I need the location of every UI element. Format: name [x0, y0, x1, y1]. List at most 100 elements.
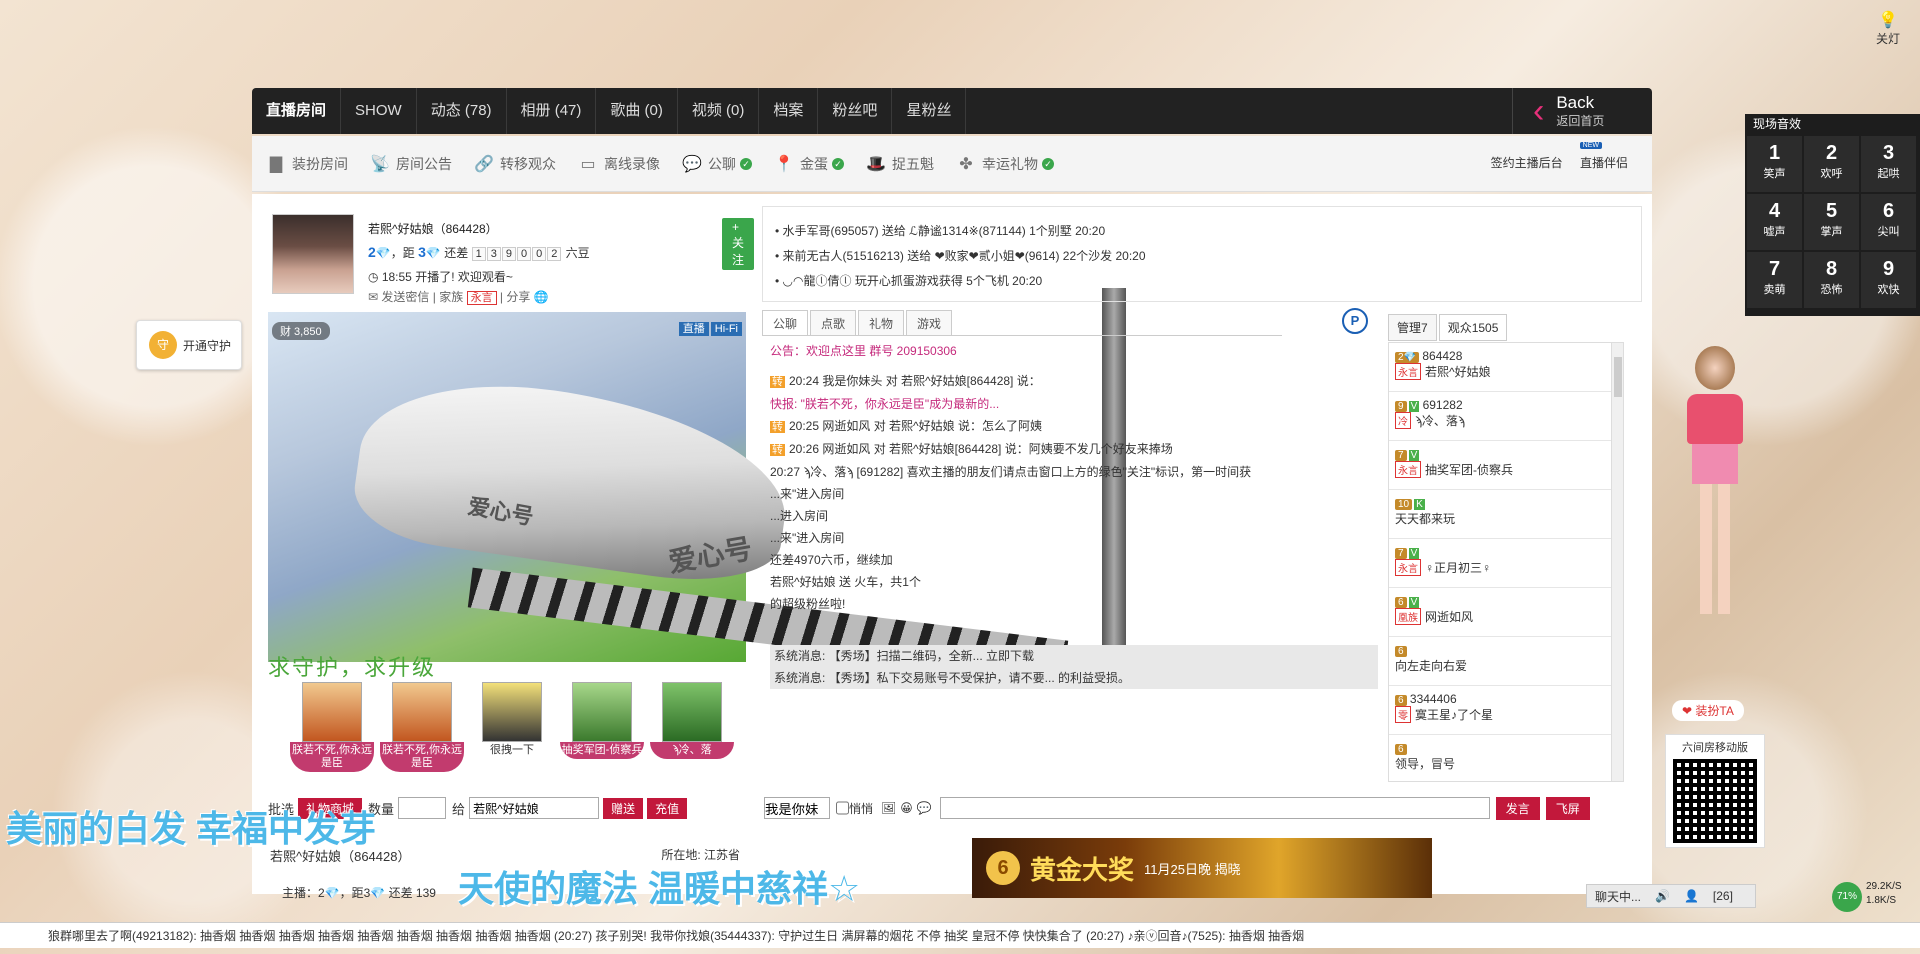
user-name: 领导，冒号: [1395, 757, 1456, 771]
chat-message-input[interactable]: [939, 797, 1490, 819]
give-gift-button[interactable]: 赠送: [603, 797, 644, 819]
tab-updates[interactable]: 动态 (78): [417, 88, 507, 134]
parking-icon[interactable]: P: [1342, 308, 1368, 334]
tab-videos[interactable]: 视频 (0): [678, 88, 760, 134]
list-item[interactable]: 6 领导，冒号: [1389, 735, 1623, 781]
chat-line: 快报: "朕若不死，你永远是臣"成为最新的...: [770, 393, 1378, 415]
tool-room-notice[interactable]: 📡 房间公告: [370, 154, 452, 174]
tab-live-room[interactable]: 直播房间: [252, 88, 342, 134]
chat-line: 转 20:25 网逝如风 对 若熙^好姑娘 说：怎么了阿姨: [770, 415, 1378, 438]
fan-item[interactable]: 朕若不死,你永远是臣: [290, 682, 374, 782]
tab-audience[interactable]: 观众1505: [1438, 314, 1508, 341]
cpu-usage: 71%: [1832, 882, 1862, 912]
system-message: 系统消息: 【秀场】扫描二维码，全新... 立即下载: [770, 645, 1378, 667]
sound-effects-board: 现场音效 1 笑声 2 欢呼 3 起哄 4 嘘声 5 掌声 6 尖叫 7 卖萌 8 恐怖 9 欢快: [1745, 114, 1920, 316]
key-label: 笑声: [1763, 168, 1786, 180]
chat-bubble-icon: 💬: [682, 155, 702, 173]
tab-games[interactable]: 游戏: [906, 310, 953, 335]
list-item[interactable]: 2💎 864428 永言 若熙^好姑娘: [1389, 343, 1623, 392]
tab-profile[interactable]: 档案: [759, 88, 819, 134]
signed-anchor-backend-link[interactable]: 签约主播后台: [1491, 156, 1563, 170]
list-item[interactable]: 6 3344406 零寞王星♪了个星: [1389, 686, 1623, 735]
gold-prize-banner[interactable]: 6 黄金大奖 11月25日晚 揭晓: [972, 838, 1432, 898]
open-guard-button[interactable]: 守 开通守护: [136, 320, 242, 370]
recipient-input[interactable]: [469, 797, 600, 819]
video-player[interactable]: 财 3,850 直播 Hi-Fi: [268, 312, 746, 662]
light-toggle[interactable]: 💡 关灯: [1876, 10, 1900, 47]
user-level: 6: [1395, 646, 1407, 657]
tab-fan-bar[interactable]: 粉丝吧: [818, 88, 893, 134]
tab-album[interactable]: 相册 (47): [507, 88, 597, 134]
fan-item[interactable]: 抽奖军团-侦察兵: [560, 682, 644, 782]
whisper-checkbox[interactable]: [836, 797, 849, 819]
tool-public-chat[interactable]: 💬 公聊 ✓: [682, 154, 752, 174]
follow-button[interactable]: + 关注: [722, 218, 754, 270]
tool-catch-five[interactable]: 🎩 捉五魁: [866, 154, 934, 174]
chat-target-select[interactable]: [764, 797, 830, 819]
key-label: 尖叫: [1877, 226, 1900, 238]
user-id: 864428: [1422, 349, 1463, 363]
volume-icon[interactable]: 🔊: [1655, 889, 1670, 903]
share-link[interactable]: 分享: [506, 290, 530, 304]
fan-avatar: [482, 682, 542, 742]
user-count-icon: 👤: [1683, 889, 1699, 903]
sound-key[interactable]: 8 恐怖: [1804, 252, 1859, 308]
recharge-button[interactable]: 充值: [647, 797, 688, 819]
tab-song-request[interactable]: 点歌: [810, 310, 857, 335]
chat-notice: 公告：欢迎点这里 群号 209150306: [770, 344, 957, 358]
tab-star-fans[interactable]: 星粉丝: [892, 88, 967, 134]
chat-status[interactable]: 聊天中...: [1595, 888, 1641, 905]
list-item[interactable]: 9V 691282 冷 ϡ冷、落ϡ: [1389, 392, 1623, 441]
audience-scrollbar[interactable]: [1611, 343, 1623, 781]
sound-key[interactable]: 9 欢快: [1861, 252, 1916, 308]
list-item[interactable]: 7 V 永言 抽奖军团-侦察兵: [1389, 441, 1623, 490]
list-item[interactable]: 6 向左走向右爱: [1389, 637, 1623, 686]
tab-songs[interactable]: 歌曲 (0): [596, 88, 678, 134]
sound-key[interactable]: 5 掌声: [1804, 194, 1859, 250]
fly-screen-button[interactable]: 飞屏: [1545, 796, 1590, 820]
anchor-avatar[interactable]: [272, 214, 354, 294]
image-icon[interactable]: 🖼: [881, 801, 896, 815]
tool-transfer-audience[interactable]: 🔗 转移观众: [474, 154, 556, 174]
fan-avatar: [572, 682, 632, 742]
tab-gifts[interactable]: 礼物: [858, 310, 905, 335]
sticker-icon[interactable]: 💬: [917, 801, 932, 815]
scrollbar-thumb[interactable]: [1614, 357, 1622, 397]
tool-golden-egg[interactable]: 📍 金蛋 ✓: [774, 154, 844, 174]
sound-key[interactable]: 6 尖叫: [1861, 194, 1916, 250]
sound-key[interactable]: 4 嘘声: [1747, 194, 1802, 250]
antenna-icon: 📡: [370, 155, 390, 173]
send-chat-button[interactable]: 发言: [1495, 796, 1540, 820]
tab-show[interactable]: SHOW: [341, 88, 417, 134]
tab-public-chat[interactable]: 公聊: [762, 310, 809, 335]
live-partner-link[interactable]: 直播伴侣: [1580, 156, 1628, 170]
emoji-icon[interactable]: 😀: [900, 801, 913, 815]
list-item[interactable]: 6 V 凰族 网逝如风: [1389, 588, 1623, 637]
user-id: 3344406: [1409, 692, 1457, 706]
fan-item[interactable]: ϡ冷、落: [650, 682, 734, 782]
sound-key[interactable]: 3 起哄: [1861, 136, 1916, 192]
clan-tag[interactable]: 永言: [466, 291, 497, 305]
key-number: 6: [1882, 200, 1895, 222]
sound-key[interactable]: 2 欢呼: [1804, 136, 1859, 192]
tool-decorate-room[interactable]: ▇ 装扮房间: [266, 154, 348, 174]
digit: 0: [532, 247, 547, 261]
list-item[interactable]: 10 K 天天都来玩: [1389, 490, 1623, 539]
tool-lucky-gift[interactable]: ✤ 幸运礼物 ✓: [956, 154, 1054, 174]
quantity-input[interactable]: [398, 797, 447, 819]
user-name: 抽奖军团-侦察兵: [1425, 463, 1513, 477]
fan-item[interactable]: 朕若不死,你永远是臣: [380, 682, 464, 782]
tab-admins[interactable]: 管理7: [1388, 314, 1437, 341]
list-item[interactable]: 7 V 永言 ♀正月初三♀: [1389, 539, 1623, 588]
chat-tag: 转: [770, 421, 785, 433]
virtual-avatar-figure[interactable]: [1680, 346, 1750, 646]
fan-item[interactable]: 很拽一下: [470, 682, 554, 782]
send-message-link[interactable]: 发送密信: [381, 290, 429, 304]
fan-label: 朕若不死,你永远是臣: [380, 742, 464, 772]
tool-offline-recording[interactable]: ▭ 离线录像: [578, 154, 660, 174]
sound-key[interactable]: 7 卖萌: [1747, 252, 1802, 308]
back-home-button[interactable]: ‹ Back 返回首页: [1512, 88, 1652, 134]
broadcast-line: • 水手军哥(695057) 送给 ℒ静谧1314※(871144) 1个别墅 …: [775, 224, 1106, 238]
sound-key[interactable]: 1 笑声: [1747, 136, 1802, 192]
dress-up-button[interactable]: ❤ 装扮TA: [1672, 700, 1744, 721]
